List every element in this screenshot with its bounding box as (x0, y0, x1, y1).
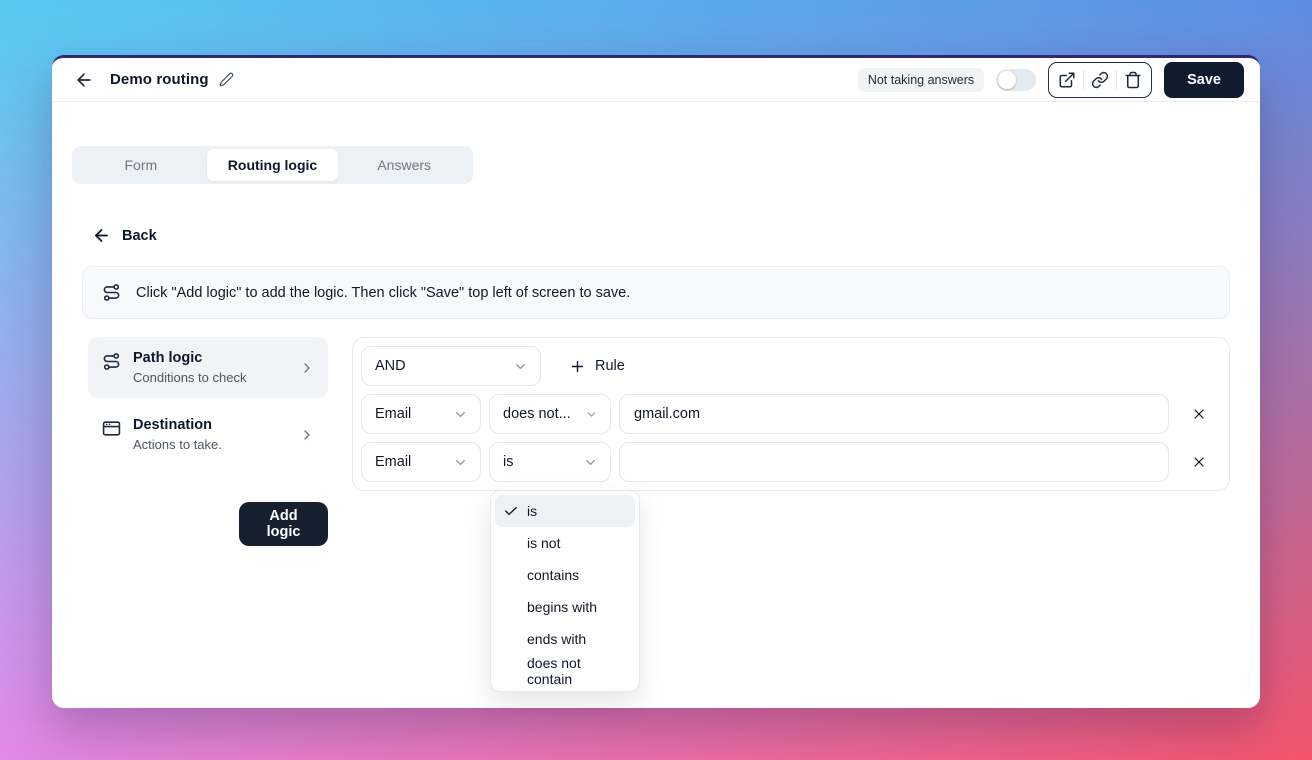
menu-item-is[interactable]: is (495, 495, 635, 527)
instruction-banner: Click "Add logic" to add the logic. Then… (82, 266, 1230, 319)
menu-item-label: is (527, 503, 537, 519)
rule-row: Email is (361, 442, 1221, 482)
add-rule-label: Rule (595, 358, 625, 374)
tab-routing-logic[interactable]: Routing logic (207, 149, 339, 181)
accept-answers-toggle[interactable] (996, 69, 1036, 91)
tab-answers[interactable]: Answers (338, 149, 470, 181)
toggle-knob (998, 71, 1016, 89)
route-icon (102, 352, 121, 371)
rule1-remove-button[interactable] (1177, 394, 1221, 434)
menu-item-label: begins with (527, 599, 597, 615)
close-icon (1191, 406, 1207, 422)
plus-icon (569, 358, 586, 375)
panel-toolbar: AND Rule (361, 346, 1221, 386)
back-arrow-button[interactable] (74, 70, 94, 90)
open-external-button[interactable] (1051, 64, 1083, 96)
pencil-icon (219, 72, 234, 87)
menu-item-label: is not (527, 535, 560, 551)
rule-row: Email does not... (361, 394, 1221, 434)
link-icon (1091, 71, 1109, 89)
trash-icon (1124, 71, 1142, 89)
app-window-icon (102, 419, 121, 438)
menu-item-begins-with[interactable]: begins with (495, 591, 635, 623)
arrow-left-icon (74, 70, 94, 90)
logic-sidebar: Path logic Conditions to check Destinati… (88, 337, 328, 546)
rule2-operator-select[interactable]: is (489, 442, 611, 482)
rule1-value-input[interactable] (619, 394, 1169, 434)
back-link[interactable]: Back (92, 226, 157, 245)
rules-panel: AND Rule Email (352, 337, 1230, 491)
menu-item-label: ends with (527, 631, 586, 647)
sidebar-item-destination[interactable]: Destination Actions to take. (88, 404, 328, 465)
menu-item-contains[interactable]: contains (495, 559, 635, 591)
operator-dropdown-menu: is is not contains begins with ends with… (490, 490, 640, 692)
tab-form[interactable]: Form (75, 149, 207, 181)
chevron-down-icon (453, 455, 468, 470)
app-window: Demo routing Not taking answers (52, 55, 1260, 708)
status-badge: Not taking answers (858, 68, 984, 92)
edit-title-button[interactable] (219, 72, 234, 87)
item-subtitle: Conditions to check (133, 370, 246, 385)
chevron-down-icon (453, 407, 468, 422)
item-text: Path logic Conditions to check (133, 350, 246, 385)
item-subtitle: Actions to take. (133, 437, 222, 452)
rule2-value-input[interactable] (619, 442, 1169, 482)
chevron-right-icon (299, 360, 315, 376)
item-text: Destination Actions to take. (133, 417, 222, 452)
route-icon (102, 283, 121, 302)
logic-editor: Path logic Conditions to check Destinati… (88, 337, 1230, 546)
add-logic-button[interactable]: Add logic (239, 502, 328, 546)
header-actions: Not taking answers (858, 62, 1244, 98)
field-value: Email (375, 406, 411, 422)
delete-form-button[interactable] (1117, 64, 1149, 96)
rule2-remove-button[interactable] (1177, 442, 1221, 482)
arrow-left-icon (92, 226, 111, 245)
add-rule-button[interactable]: Rule (569, 358, 625, 375)
save-button[interactable]: Save (1164, 62, 1244, 98)
operator-value: does not... (503, 406, 571, 422)
form-tools-group (1048, 62, 1152, 98)
chevron-down-icon (513, 359, 528, 374)
field-value: Email (375, 454, 411, 470)
rule2-field-select[interactable]: Email (361, 442, 481, 482)
rule1-field-select[interactable]: Email (361, 394, 481, 434)
chevron-right-icon (299, 427, 315, 443)
chevron-down-icon (583, 455, 598, 470)
menu-item-does-not-contain[interactable]: does not contain (495, 655, 635, 687)
combinator-value: AND (375, 358, 406, 374)
sidebar-item-path-logic[interactable]: Path logic Conditions to check (88, 337, 328, 398)
view-tabs: Form Routing logic Answers (72, 146, 473, 184)
check-icon (503, 503, 519, 519)
item-title: Path logic (133, 350, 246, 366)
menu-item-label: does not contain (527, 655, 625, 687)
back-label: Back (122, 228, 157, 244)
menu-item-ends-with[interactable]: ends with (495, 623, 635, 655)
menu-item-label: contains (527, 567, 579, 583)
form-title: Demo routing (110, 71, 209, 88)
menu-item-is-not[interactable]: is not (495, 527, 635, 559)
chevron-down-icon (585, 408, 598, 421)
combinator-select[interactable]: AND (361, 346, 541, 386)
instruction-text: Click "Add logic" to add the logic. Then… (136, 285, 630, 301)
item-title: Destination (133, 417, 222, 433)
copy-link-button[interactable] (1084, 64, 1116, 96)
operator-value: is (503, 454, 513, 470)
external-link-icon (1058, 71, 1076, 89)
close-icon (1191, 454, 1207, 470)
rule1-operator-select[interactable]: does not... (489, 394, 611, 434)
header: Demo routing Not taking answers (52, 58, 1260, 102)
